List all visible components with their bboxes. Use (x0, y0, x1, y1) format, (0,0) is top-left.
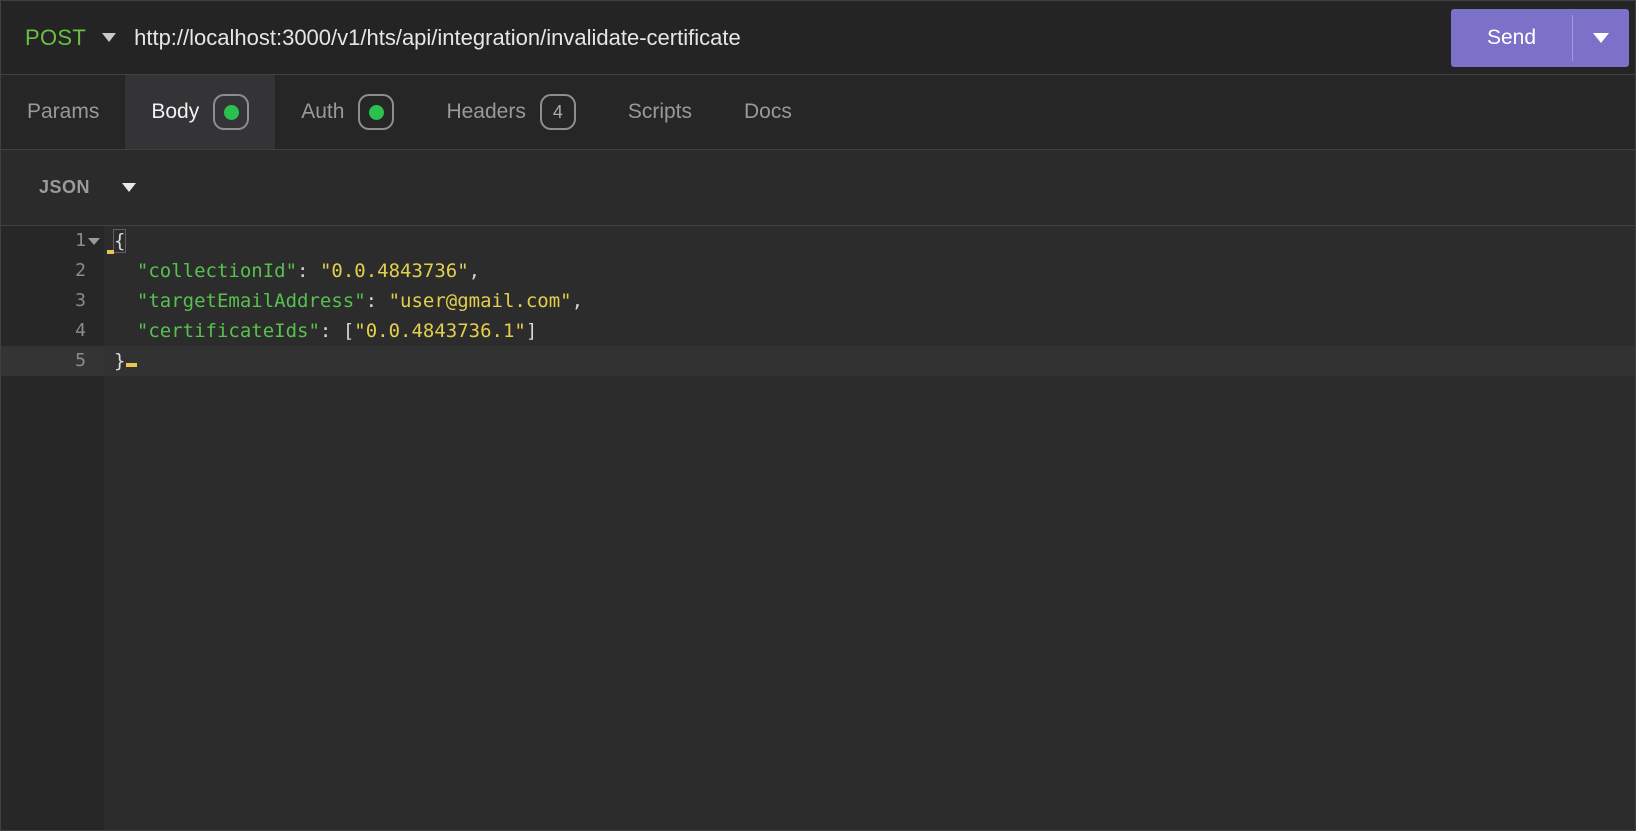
text-cursor (126, 363, 138, 367)
line-number: 5 (75, 350, 86, 371)
line-number: 3 (75, 290, 86, 311)
code-line-4[interactable]: 4 "certificateIds": ["0.0.4843736.1"] (1, 316, 1635, 346)
tab-params[interactable]: Params (1, 75, 125, 149)
json-key-token: "collectionId" (136, 260, 298, 282)
open-brace-token: { (112, 229, 127, 253)
body-status-badge (213, 94, 250, 130)
headers-count: 4 (552, 101, 563, 122)
tab-headers[interactable]: Headers 4 (420, 75, 601, 149)
url-input[interactable]: http://localhost:3000/v1/hts/api/integra… (134, 25, 741, 51)
tab-params-label: Params (27, 100, 100, 123)
tab-auth[interactable]: Auth (275, 75, 420, 149)
json-key-token: "targetEmailAddress" (136, 290, 366, 312)
tab-body[interactable]: Body (125, 75, 276, 149)
line-number: 4 (75, 320, 86, 341)
json-value-token: "user@gmail.com" (388, 290, 572, 312)
method-select[interactable]: POST (25, 25, 86, 51)
json-key-token: "certificateIds" (136, 320, 320, 342)
send-dropdown-caret-icon (1593, 33, 1609, 43)
tab-auth-label: Auth (301, 100, 345, 123)
line-number: 2 (75, 260, 86, 281)
rest-client-window: POST http://localhost:3000/v1/hts/api/in… (0, 0, 1636, 831)
json-value-token: "0.0.4843736.1" (354, 320, 526, 342)
send-options-button[interactable] (1573, 9, 1629, 67)
tab-headers-label: Headers (446, 100, 526, 123)
method-dropdown-caret-icon[interactable] (102, 33, 117, 42)
close-brace-token: } (114, 350, 126, 372)
auth-status-badge (358, 94, 395, 130)
format-dropdown-caret-icon[interactable] (122, 183, 137, 192)
request-tabs: Params Body Auth Headers 4 Scripts Docs (1, 75, 1635, 149)
green-dot-icon (368, 104, 384, 120)
request-bar: POST http://localhost:3000/v1/hts/api/in… (1, 1, 1635, 75)
send-button-label[interactable]: Send (1451, 9, 1572, 67)
code-line-5-current[interactable]: 5 } (1, 346, 1635, 376)
json-value-token: "0.0.4843736" (319, 260, 469, 282)
tab-docs-label: Docs (744, 100, 792, 123)
body-format-select[interactable]: JSON (39, 177, 90, 198)
json-body-editor[interactable]: 1 { 2 "collectionId": "0.0.4843736", 3 "… (1, 226, 1635, 830)
open-bracket-token: [ (342, 320, 355, 342)
body-format-bar: JSON (1, 149, 1635, 226)
close-bracket-token: ] (525, 320, 538, 342)
tab-docs[interactable]: Docs (718, 75, 818, 149)
code-line-1[interactable]: 1 { (1, 226, 1635, 256)
code-line-3[interactable]: 3 "targetEmailAddress": "user@gmail.com"… (1, 286, 1635, 316)
headers-count-badge: 4 (539, 94, 576, 130)
code-line-2[interactable]: 2 "collectionId": "0.0.4843736", (1, 256, 1635, 286)
green-dot-icon (223, 104, 239, 120)
tab-scripts-label: Scripts (627, 100, 693, 123)
fold-caret-icon[interactable] (88, 238, 100, 245)
tab-scripts[interactable]: Scripts (602, 75, 718, 149)
send-button[interactable]: Send (1451, 9, 1629, 67)
tab-body-label: Body (151, 100, 200, 123)
